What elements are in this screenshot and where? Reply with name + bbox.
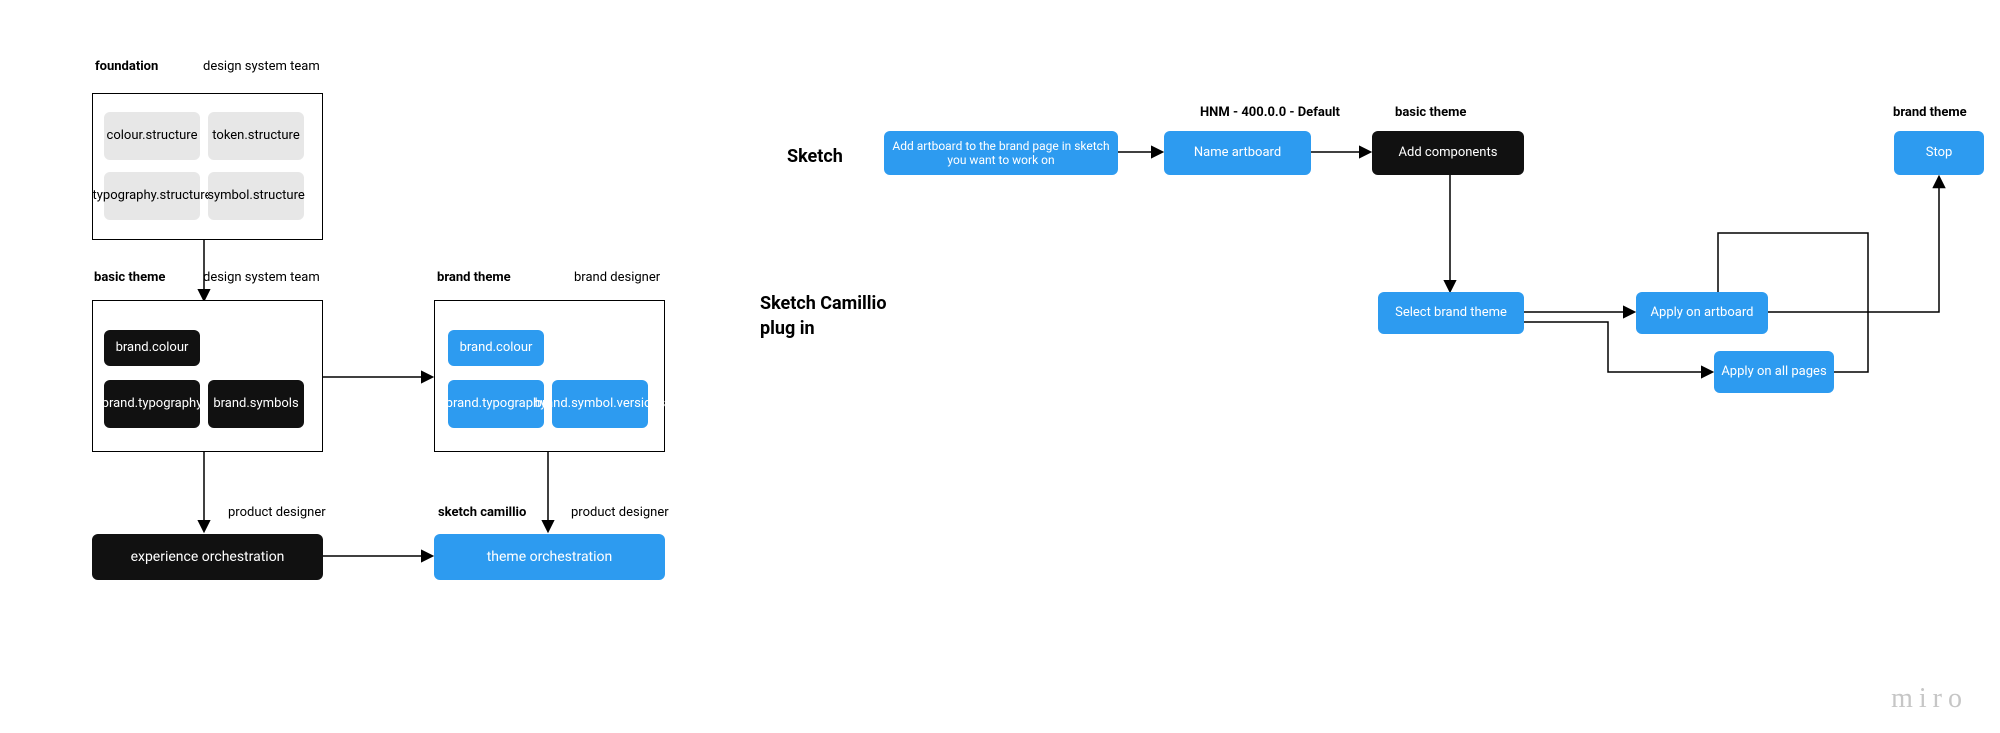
step-apply-on-artboard: Apply on artboard [1636, 292, 1768, 334]
brand-theme-header: brand theme [1893, 105, 1967, 120]
product-designer-left-label: product designer [228, 505, 326, 520]
sketch-camillio-label: sketch camillio [438, 505, 526, 520]
foundation-title: foundation [95, 59, 158, 74]
tile-colour-structure: colour.structure [104, 112, 200, 160]
brand-theme-group [434, 300, 665, 452]
miro-watermark: miro [1891, 683, 1968, 715]
sketch-heading: Sketch [787, 146, 843, 169]
step-stop: Stop [1894, 131, 1984, 175]
foundation-team-label: design system team [203, 59, 320, 74]
hnm-default-label: HNM - 400.0.0 - Default [1200, 105, 1340, 120]
tile-brand-typography-brand: brand.typography [448, 380, 544, 428]
step-add-artboard: Add artboard to the brand page in sketch… [884, 131, 1118, 175]
plugin-heading-line2: plug in [760, 318, 815, 341]
brand-theme-team-label: brand designer [574, 270, 660, 285]
tile-theme-orchestration: theme orchestration [434, 534, 665, 580]
step-select-brand-theme: Select brand theme [1378, 292, 1524, 334]
step-add-components: Add components [1372, 131, 1524, 175]
step-apply-on-all-pages: Apply on all pages [1714, 351, 1834, 393]
plugin-heading-line1: Sketch Camillio [760, 293, 886, 316]
tile-token-structure: token.structure [208, 112, 304, 160]
brand-theme-title: brand theme [437, 270, 511, 285]
step-name-artboard: Name artboard [1164, 131, 1311, 175]
tile-experience-orchestration: experience orchestration [92, 534, 323, 580]
tile-brand-colour-basic: brand.colour [104, 330, 200, 366]
diagram-canvas: foundation design system team colour.str… [0, 0, 2000, 733]
tile-brand-colour-brand: brand.colour [448, 330, 544, 366]
tile-symbol-structure: symbol.structure [208, 172, 304, 220]
tile-typography-structure: typography.structure [104, 172, 200, 220]
tile-brand-symbols-basic: brand.symbols [208, 380, 304, 428]
product-designer-right-label: product designer [571, 505, 669, 520]
basic-theme-group [92, 300, 323, 452]
tile-brand-symbol-versions: brand.symbol.versions [552, 380, 648, 428]
basic-theme-title: basic theme [94, 270, 165, 285]
basic-theme-header: basic theme [1395, 105, 1466, 120]
basic-theme-team-label: design system team [203, 270, 320, 285]
tile-brand-typography-basic: brand.typography [104, 380, 200, 428]
